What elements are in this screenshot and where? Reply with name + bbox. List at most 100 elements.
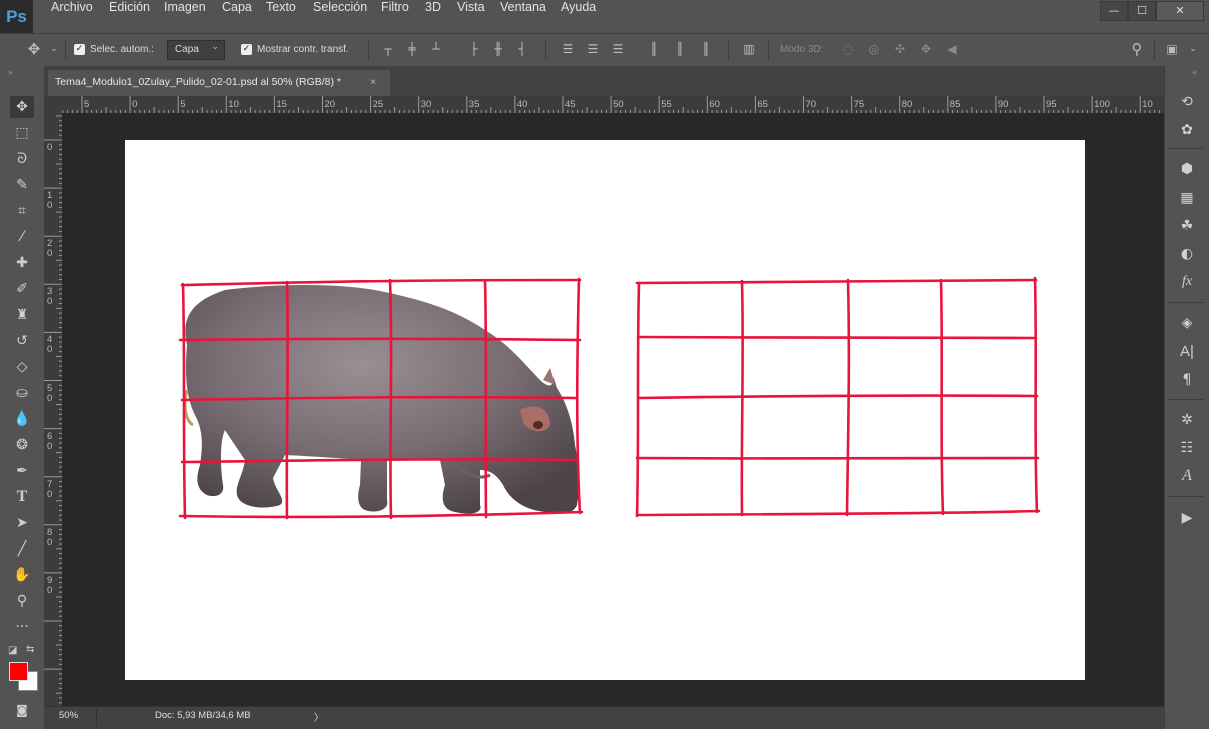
minimize-button[interactable]: — — [1100, 1, 1128, 21]
history-icon[interactable]: ⟲ — [1175, 91, 1199, 113]
show-transform-checkbox[interactable]: ✓ — [241, 44, 252, 55]
slide-3d-icon[interactable]: ✥ — [918, 41, 934, 57]
adjustments-icon[interactable]: ◐ — [1175, 243, 1199, 265]
maximize-button[interactable]: ☐ — [1128, 1, 1156, 21]
align-vcenter-icon[interactable]: ╪ — [404, 41, 420, 57]
menu-imagen[interactable]: Imagen — [164, 0, 206, 33]
align-top-icon[interactable]: ┬ — [380, 41, 396, 57]
paint-bucket-icon[interactable]: ⛀ — [10, 382, 34, 404]
healing-icon[interactable]: ✚ — [10, 252, 34, 274]
brush-icon[interactable]: ✐ — [10, 278, 34, 300]
search-icon[interactable]: ⚲ — [1129, 41, 1145, 57]
zoom-icon[interactable]: ⚲ — [10, 590, 34, 612]
distribute-right-icon[interactable]: ║ — [698, 41, 714, 57]
close-button[interactable]: ✕ — [1156, 1, 1204, 21]
collapse-icon[interactable]: » — [8, 68, 13, 77]
menu-ayuda[interactable]: Ayuda — [561, 0, 596, 33]
default-colors-icon[interactable]: ◪ — [8, 645, 17, 656]
path-select-icon[interactable]: ➤ — [10, 512, 34, 534]
color-wheel-icon[interactable]: ✿ — [1175, 119, 1199, 141]
character-icon[interactable]: A| — [1175, 341, 1199, 363]
workspace-icon[interactable]: ▣ — [1164, 41, 1180, 57]
fx-icon[interactable]: fx — [1175, 271, 1199, 293]
document-tab[interactable]: Tema4_Modulo1_0Zulay_Pulido_02-01.psd al… — [48, 70, 390, 96]
history-brush-icon[interactable]: ↺ — [10, 330, 34, 352]
play-icon[interactable]: ▶ — [1175, 507, 1199, 529]
properties-icon[interactable]: ☷ — [1175, 437, 1199, 459]
dodge-icon[interactable]: 💧 — [10, 408, 34, 430]
show-transform-label: Mostrar contr. transf. — [257, 44, 349, 55]
ruler-label: 15 — [276, 99, 287, 110]
zoom-level[interactable]: 50% — [59, 710, 78, 721]
foreground-color-swatch[interactable] — [9, 662, 28, 681]
ruler-label: 0 — [47, 142, 53, 153]
layers-icon[interactable]: ◈ — [1175, 312, 1199, 334]
brush-settings-icon[interactable]: ✲ — [1175, 409, 1199, 431]
ruler-label: 60 — [47, 430, 53, 452]
align-left-icon[interactable]: ├ — [466, 41, 482, 57]
distribute-top-icon[interactable]: ☰ — [560, 41, 576, 57]
align-right-icon[interactable]: ┤ — [514, 41, 530, 57]
orbit-3d-icon[interactable]: ◌ — [840, 41, 856, 57]
menu-edicion[interactable]: Edición — [109, 0, 150, 33]
mode-3d-label: Modo 3D: — [780, 44, 824, 55]
photoshop-logo-icon: Ps — [0, 0, 33, 33]
quick-mask-icon[interactable]: ◙ — [10, 699, 34, 721]
menu-bar: Ps Archivo Edición Imagen Capa Texto Sel… — [0, 0, 1209, 33]
menu-capa[interactable]: Capa — [222, 0, 252, 33]
distribute-hcenter-icon[interactable]: ║ — [672, 41, 688, 57]
chevron-down-icon[interactable]: ⌄ — [46, 41, 62, 57]
quick-select-icon[interactable]: ✎ — [10, 174, 34, 196]
menu-filtro[interactable]: Filtro — [381, 0, 409, 33]
roll-3d-icon[interactable]: ◎ — [866, 41, 882, 57]
paragraph-icon[interactable]: ¶ — [1175, 369, 1199, 391]
distribute-left-icon[interactable]: ║ — [646, 41, 662, 57]
align-hcenter-icon[interactable]: ╫ — [490, 41, 506, 57]
auto-select-value: Capa — [175, 44, 199, 55]
ruler-label: 65 — [757, 99, 768, 110]
menu-seleccion[interactable]: Selección — [313, 0, 367, 33]
ruler-label: 85 — [949, 99, 961, 110]
auto-select-dropdown[interactable]: Capa ⌄ — [167, 40, 225, 60]
separator — [368, 40, 369, 60]
more-tools-icon[interactable]: ··· — [10, 616, 34, 638]
pan-3d-icon[interactable]: ✣ — [892, 41, 908, 57]
hand-icon[interactable]: ✋ — [10, 564, 34, 586]
move-tool-preset-icon[interactable]: ✥ — [26, 41, 42, 57]
status-menu-arrow-icon[interactable]: 〉 — [314, 710, 324, 724]
palette-icon[interactable]: ☘ — [1175, 215, 1199, 237]
lasso-icon[interactable]: ᘐ — [10, 148, 34, 170]
swap-colors-icon[interactable]: ⇆ — [26, 644, 34, 655]
camera-3d-icon[interactable]: ◀ — [944, 41, 960, 57]
auto-align-icon[interactable]: ▥ — [741, 41, 757, 57]
menu-ventana[interactable]: Ventana — [500, 0, 546, 33]
align-bottom-icon[interactable]: ┴ — [428, 41, 444, 57]
menu-archivo[interactable]: Archivo — [51, 0, 93, 33]
menu-texto[interactable]: Texto — [266, 0, 296, 33]
move-icon[interactable]: ✥ — [10, 96, 34, 118]
auto-select-checkbox[interactable]: ✓ — [74, 44, 85, 55]
stamp-icon[interactable]: ♜ — [10, 304, 34, 326]
distribute-vcenter-icon[interactable]: ☰ — [585, 41, 601, 57]
document-canvas[interactable] — [125, 140, 1085, 680]
menu-vista[interactable]: Vista — [457, 0, 485, 33]
marquee-icon[interactable]: ⬚ — [10, 122, 34, 144]
eyedropper-icon[interactable]: ⁄ — [10, 226, 34, 248]
crop-icon[interactable]: ⌗ — [10, 200, 34, 222]
cube-3d-icon[interactable]: ⬢ — [1175, 158, 1199, 180]
ruler-label: 40 — [47, 334, 53, 356]
glyphs-icon[interactable]: A — [1175, 465, 1199, 487]
separator — [1154, 40, 1155, 60]
sponge-icon[interactable]: ❂ — [10, 434, 34, 456]
ruler-label: 80 — [47, 526, 53, 548]
chevron-down-icon[interactable]: ⌄ — [1185, 41, 1201, 57]
line-icon[interactable]: ╱ — [10, 538, 34, 560]
menu-3d[interactable]: 3D — [425, 0, 441, 33]
type-icon[interactable]: T — [10, 486, 34, 508]
swatches-icon[interactable]: ▦ — [1175, 187, 1199, 209]
close-icon[interactable]: × — [370, 70, 376, 94]
distribute-bottom-icon[interactable]: ☰ — [610, 41, 626, 57]
eraser-icon[interactable]: ◇ — [10, 356, 34, 378]
collapse-icon[interactable]: « — [1192, 68, 1197, 77]
pen-icon[interactable]: ✒ — [10, 460, 34, 482]
